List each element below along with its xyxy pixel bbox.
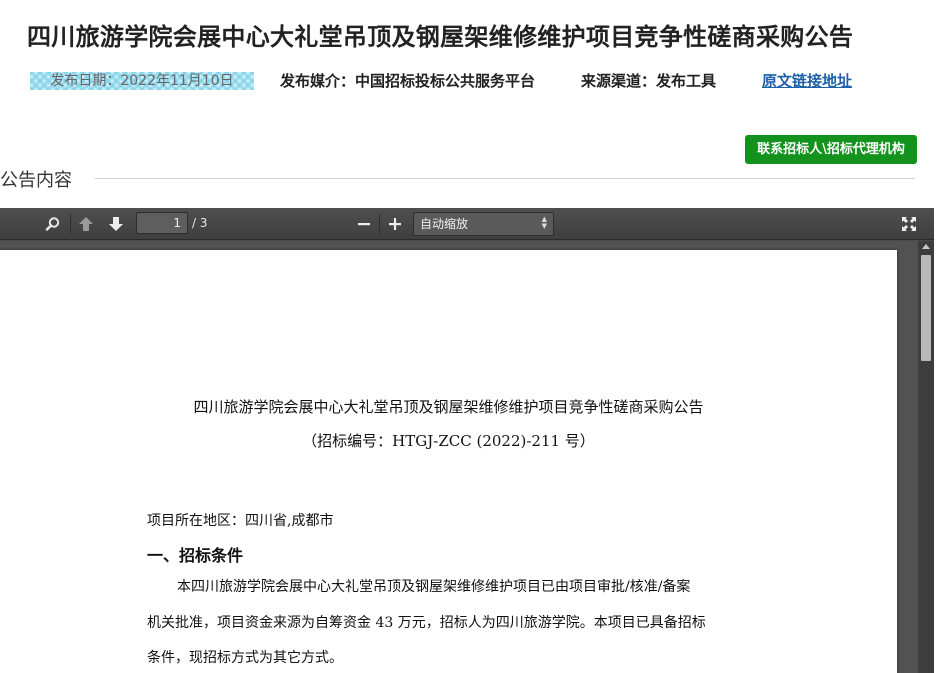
zoom-in-icon[interactable] xyxy=(383,213,407,235)
paragraph-line: 机关批准，项目资金来源为自筹资金 43 万元，招标人为四川旅游学院。本项目已具备… xyxy=(147,615,706,631)
project-region: 项目所在地区：四川省,成都市 xyxy=(147,513,334,529)
publish-media: 发布媒介：中国招标投标公共服务平台 xyxy=(280,72,536,90)
pdf-toolbar: / 3 自动缩放 ▲▼ xyxy=(0,208,934,240)
zoom-out-icon[interactable] xyxy=(352,213,376,235)
tender-number: （招标编号：HTGJ-ZCC (2022)-211 号） xyxy=(302,432,595,450)
fullscreen-icon[interactable] xyxy=(897,213,921,235)
toolbar-separator xyxy=(379,214,380,234)
document-page: 四川旅游学院会展中心大礼堂吊顶及钢屋架维修维护项目竞争性磋商采购公告 （招标编号… xyxy=(0,250,897,673)
paragraph-line: 本四川旅游学院会展中心大礼堂吊顶及钢屋架维修维护项目已由项目审批/核准/备案 xyxy=(177,579,691,595)
select-arrows-icon: ▲ ▼ xyxy=(541,215,547,230)
page-number-input[interactable] xyxy=(136,212,188,234)
prev-page-icon[interactable] xyxy=(74,213,98,235)
page-count: / 3 xyxy=(192,216,208,230)
zoom-select[interactable]: 自动缩放 ▲ ▼ xyxy=(413,212,554,236)
section-heading: 公告内容 xyxy=(0,170,72,191)
search-icon[interactable] xyxy=(41,213,65,235)
contact-tenderer-button[interactable]: 联系招标人\招标代理机构 xyxy=(745,135,917,164)
vertical-scrollbar[interactable] xyxy=(918,241,934,673)
paragraph-line: 条件，现招标方式为其它方式。 xyxy=(147,650,343,666)
original-link[interactable]: 原文链接地址 xyxy=(762,72,852,90)
document-area: 四川旅游学院会展中心大礼堂吊顶及钢屋架维修维护项目竞争性磋商采购公告 （招标编号… xyxy=(0,241,918,673)
section-divider xyxy=(95,178,915,179)
document-title: 四川旅游学院会展中心大礼堂吊顶及钢屋架维修维护项目竞争性磋商采购公告 xyxy=(193,398,704,416)
pdf-viewer: / 3 自动缩放 ▲▼ 四川旅游学院会展中心大礼堂吊顶及钢屋架维修维护项目竞争性… xyxy=(0,208,934,673)
scrollbar-thumb[interactable] xyxy=(921,255,931,361)
publish-meta: 发布日期：2022年11月10日 发布媒介：中国招标投标公共服务平台 来源渠道：… xyxy=(0,72,945,92)
page-title: 四川旅游学院会展中心大礼堂吊顶及钢屋架维修维护项目竞争性磋商采购公告 xyxy=(27,23,854,51)
scroll-up-icon[interactable] xyxy=(922,244,930,249)
publish-date: 发布日期：2022年11月10日 xyxy=(30,72,254,90)
next-page-icon[interactable] xyxy=(104,213,128,235)
toolbar-separator xyxy=(70,214,71,234)
section-tender-conditions: 一、招标条件 xyxy=(147,546,244,565)
source-channel: 来源渠道：发布工具 xyxy=(581,72,717,90)
zoom-select-value: 自动缩放 xyxy=(420,217,469,231)
